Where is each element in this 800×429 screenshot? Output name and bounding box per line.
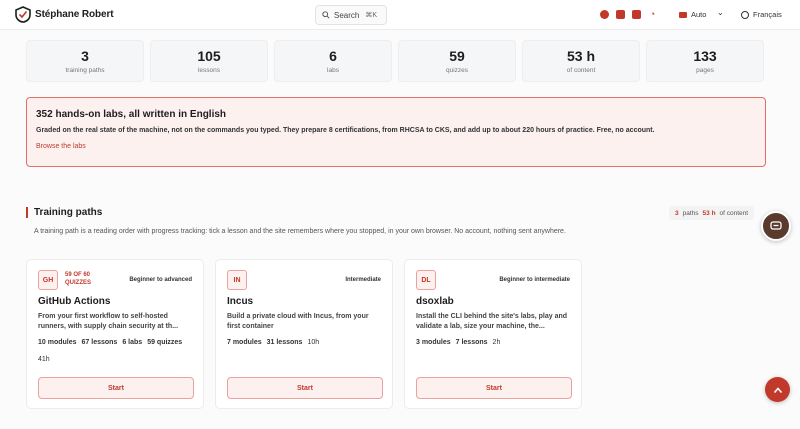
start-button[interactable]: Start — [38, 377, 194, 399]
path-description: From your first workflow to self-hosted … — [38, 313, 179, 330]
duration: 41h — [38, 356, 50, 363]
duration: 10h — [307, 339, 320, 346]
language-select[interactable]: Français — [741, 10, 782, 19]
top-header: Stéphane Robert Search ⌘K ◔ Auto ⌄ Franç… — [0, 0, 800, 30]
scroll-to-top-button[interactable] — [765, 377, 790, 402]
path-title[interactable]: GitHub Actions — [38, 296, 110, 307]
path-title[interactable]: dsoxlab — [416, 296, 454, 307]
level-label: Beginner to advanced — [129, 277, 192, 283]
training-cards: GH 59 OF 60 QUIZZES Beginner to advanced… — [26, 259, 582, 409]
section-description: A training path is a reading order with … — [34, 228, 566, 235]
stat-value: 6 — [329, 48, 337, 64]
path-card-dsoxlab[interactable]: DL Beginner to intermediate dsoxlab Inst… — [404, 259, 582, 409]
rss-icon[interactable]: ◔ — [648, 10, 657, 19]
linkedin-icon[interactable] — [616, 10, 625, 19]
shield-logo-icon[interactable] — [15, 6, 31, 23]
chevron-down-icon[interactable]: ⌄ — [717, 8, 724, 17]
start-button[interactable]: Start — [227, 377, 383, 399]
level-label: Intermediate — [345, 277, 381, 283]
search-shortcut: ⌘K — [365, 12, 378, 19]
stat-card: 59 quizzes — [398, 40, 516, 82]
stat-value: 105 — [197, 48, 221, 64]
duration: 2h — [492, 339, 501, 346]
stat-card: 3 training paths — [26, 40, 144, 82]
quizzes-count: 59 quizzes — [147, 339, 183, 346]
path-meta: 7 modules 31 lessons 10h — [227, 339, 319, 346]
stat-label: of content — [566, 67, 596, 74]
path-description: Install the CLI behind the site's labs, … — [416, 313, 568, 330]
stat-label: training paths — [65, 67, 105, 74]
paths-word: paths — [682, 209, 699, 217]
hours-word: of content — [719, 209, 749, 217]
quiz-progress-note: 59 OF 60 QUIZZES — [65, 272, 92, 286]
lessons-count: 31 lessons — [266, 339, 303, 346]
labs-banner: 352 hands-on labs, all written in Englis… — [26, 97, 766, 167]
search-icon — [322, 11, 330, 19]
path-meta: 3 modules 7 lessons 2h — [416, 339, 500, 346]
stat-label: quizzes — [445, 67, 469, 74]
stat-value: 3 — [81, 48, 89, 64]
arrow-up-icon — [773, 386, 782, 393]
paths-count: 3 — [675, 209, 679, 217]
stat-card: 105 lessons — [150, 40, 268, 82]
section-accent-bar — [26, 207, 28, 218]
modules-count: 7 modules — [227, 339, 262, 346]
training-summary-pill: 3 paths 53 h of content — [669, 206, 755, 220]
stat-label: pages — [696, 67, 714, 74]
social-links: ◔ — [600, 10, 657, 19]
stat-label: labs — [327, 67, 339, 74]
path-title[interactable]: Incus — [227, 296, 253, 307]
path-card-incus[interactable]: IN Intermediate Incus Build a private cl… — [215, 259, 393, 409]
stat-label: lessons — [197, 67, 221, 74]
section-title: Training paths — [34, 207, 103, 218]
level-label: Beginner to intermediate — [499, 277, 570, 283]
path-badge: IN — [227, 270, 247, 290]
lessons-count: 67 lessons — [81, 339, 118, 346]
modules-count: 3 modules — [416, 339, 451, 346]
labs-count: 6 labs — [122, 339, 143, 346]
chat-icon — [770, 221, 782, 230]
stats-row: 3 training paths 105 lessons 6 labs 59 q… — [26, 40, 764, 82]
chat-assistant-button[interactable] — [761, 211, 791, 241]
banner-title: 352 hands-on labs, all written in Englis… — [36, 109, 227, 120]
stat-card: 53 h of content — [522, 40, 640, 82]
theme-select[interactable]: Auto — [679, 10, 706, 19]
stat-card: 133 pages — [646, 40, 764, 82]
github-icon[interactable] — [600, 10, 609, 19]
search-label: Search — [334, 10, 360, 20]
language-label: Français — [753, 10, 782, 19]
globe-icon — [741, 10, 749, 19]
search-button[interactable]: Search ⌘K — [315, 5, 387, 25]
brand-name[interactable]: Stéphane Robert — [35, 9, 114, 20]
hours-count: 53 h — [702, 209, 716, 217]
stat-value: 59 — [449, 48, 465, 64]
path-badge: DL — [416, 270, 436, 290]
modules-count: 10 modules — [38, 339, 77, 346]
path-description: Build a private cloud with Incus, from y… — [227, 313, 369, 330]
start-button[interactable]: Start — [416, 377, 572, 399]
stat-value: 133 — [693, 48, 717, 64]
path-card-github-actions[interactable]: GH 59 OF 60 QUIZZES Beginner to advanced… — [26, 259, 204, 409]
stat-card: 6 labs — [274, 40, 392, 82]
path-badge: GH — [38, 270, 58, 290]
banner-text: Graded on the real state of the machine,… — [36, 127, 655, 134]
monitor-icon — [679, 11, 687, 18]
lessons-count: 7 lessons — [455, 339, 488, 346]
browse-labs-link[interactable]: Browse the labs — [36, 143, 86, 150]
stat-value: 53 h — [566, 48, 595, 64]
theme-label: Auto — [691, 10, 707, 19]
path-meta: 10 modules 67 lessons 6 labs 59 quizzes — [38, 339, 182, 346]
discord-icon[interactable] — [632, 10, 641, 19]
